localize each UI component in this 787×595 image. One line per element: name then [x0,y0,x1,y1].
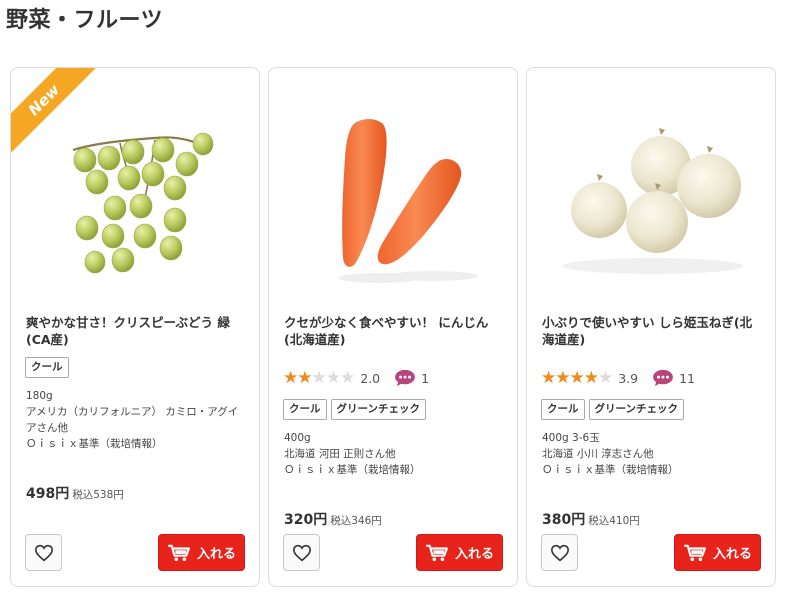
heart-outline-icon [292,544,311,561]
product-name[interactable]: クセが少なく食べやすい！ にんじん(北海道産) [284,314,506,348]
add-to-cart-button[interactable]: 入れる [674,534,761,571]
product-name[interactable]: 爽やかな甘さ！クリスピーぶどう 緑(CA産) [26,314,248,348]
comment-count: 1 [421,370,430,386]
heart-outline-icon [34,544,53,561]
tag-list: クール グリーンチェック [283,399,426,420]
price: 320円 [284,512,328,528]
product-weight: 180g [26,390,53,402]
comment-icon [395,369,415,387]
product-standard: Ｏｉｓｉｘ基準（栽培情報） [284,464,421,476]
product-info: 400g 3-6玉 北海道 小川 淳志さん他 Ｏｉｓｉｘ基準（栽培情報） [542,430,764,478]
price: 380円 [542,512,586,528]
comment-icon [653,369,673,387]
rating-value: 3.9 [618,370,639,386]
price-block: 380円 税込410円 [542,509,640,529]
product-card-grapes[interactable]: New 爽やかな甘さ！クリスピーぶどう 緑(CA産) クール 180g アメリカ… [10,67,260,587]
add-to-cart-button[interactable]: 入れる [416,534,503,571]
tax-price: 税込346円 [330,515,382,527]
rating-block[interactable]: ★★★★★ ★★★★★ 2.0 1 [283,369,429,387]
comment-count: 11 [679,370,695,386]
tag-green-check: グリーンチェック [330,399,426,420]
add-to-cart-label: 入れる [196,547,236,562]
product-card-carrot[interactable]: クセが少なく食べやすい！ にんじん(北海道産) ★★★★★ ★★★★★ 2.0 … [268,67,518,587]
tag-green-check: グリーンチェック [588,399,684,420]
tax-price: 税込538円 [72,489,124,501]
add-to-cart-label: 入れる [454,547,494,562]
product-origin: 北海道 河田 正則さん他 [284,448,396,460]
product-image-carrot[interactable] [283,88,505,288]
tag-cool: クール [283,399,327,420]
section-title: 野菜・フルーツ [6,8,164,33]
rating-stars: ★★★★★ ★★★★★ [283,368,355,388]
price-block: 320円 税込346円 [284,509,382,529]
add-to-cart-label: 入れる [712,547,752,562]
product-standard: Ｏｉｓｉｘ基準（栽培情報） [542,464,679,476]
price-block: 498円 税込538円 [26,483,124,503]
product-image-grapes[interactable] [25,88,247,288]
product-image-onion[interactable] [541,88,763,288]
product-name[interactable]: 小ぶりで使いやすい しら姫玉ねぎ(北海道産) [542,314,764,348]
product-weight: 400g [284,432,311,444]
tag-list: クール グリーンチェック [541,399,684,420]
favorite-button[interactable] [283,534,320,571]
product-standard: Ｏｉｓｉｘ基準（栽培情報） [26,438,163,450]
product-info: 180g アメリカ（カリフォルニア） カミロ・アグイアさん他 Ｏｉｓｉｘ基準（栽… [26,388,248,452]
product-origin: アメリカ（カリフォルニア） カミロ・アグイアさん他 [26,406,239,434]
cart-icon [168,544,190,561]
favorite-button[interactable] [25,534,62,571]
rating-stars: ★★★★★ ★★★★★ [541,368,613,388]
tag-cool: クール [25,357,69,378]
product-info: 400g 北海道 河田 正則さん他 Ｏｉｓｉｘ基準（栽培情報） [284,430,506,478]
tag-list: クール [25,357,69,378]
price: 498円 [26,486,70,502]
add-to-cart-button[interactable]: 入れる [158,534,245,571]
rating-value: 2.0 [360,370,381,386]
tag-cool: クール [541,399,585,420]
tax-price: 税込410円 [588,515,640,527]
rating-block[interactable]: ★★★★★ ★★★★★ 3.9 11 [541,369,695,387]
product-card-onion[interactable]: 小ぶりで使いやすい しら姫玉ねぎ(北海道産) ★★★★★ ★★★★★ 3.9 1… [526,67,776,587]
product-origin: 北海道 小川 淳志さん他 [542,448,654,460]
favorite-button[interactable] [541,534,578,571]
cart-icon [426,544,448,561]
cart-icon [684,544,706,561]
heart-outline-icon [550,544,569,561]
product-weight: 400g 3-6玉 [542,432,600,444]
